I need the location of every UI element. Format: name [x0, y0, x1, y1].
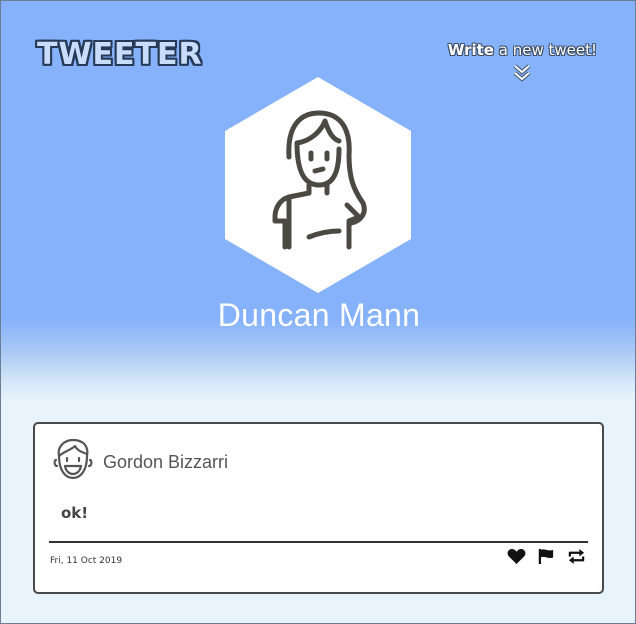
- tweet-divider: [49, 541, 588, 543]
- double-chevron-down-icon[interactable]: [512, 63, 532, 83]
- retweet-icon[interactable]: [567, 548, 586, 565]
- logo[interactable]: TWEETER: [37, 37, 203, 72]
- flag-icon[interactable]: [537, 548, 556, 565]
- write-link-bold: Write: [447, 41, 494, 59]
- smiling-man-avatar-icon: [53, 438, 93, 480]
- tweet-author-name: Gordon Bizzarri: [103, 452, 229, 472]
- tweet-card: Gordon Bizzarri ok! Fri, 11 Oct 2019: [33, 422, 604, 594]
- tweet-date: Fri, 11 Oct 2019: [50, 556, 123, 566]
- heart-icon[interactable]: [507, 548, 526, 565]
- write-new-tweet-link[interactable]: Write a new tweet!: [448, 41, 597, 83]
- profile-name: Duncan Mann: [217, 297, 421, 333]
- write-link-rest: a new tweet!: [493, 41, 597, 59]
- page: TWEETER Write a new tweet! Duncan Mann G…: [0, 0, 636, 624]
- profile-avatar: [225, 77, 411, 293]
- write-link-text: Write a new tweet!: [448, 41, 597, 59]
- tweet-actions: [507, 548, 586, 565]
- tweet-text: ok!: [61, 504, 89, 522]
